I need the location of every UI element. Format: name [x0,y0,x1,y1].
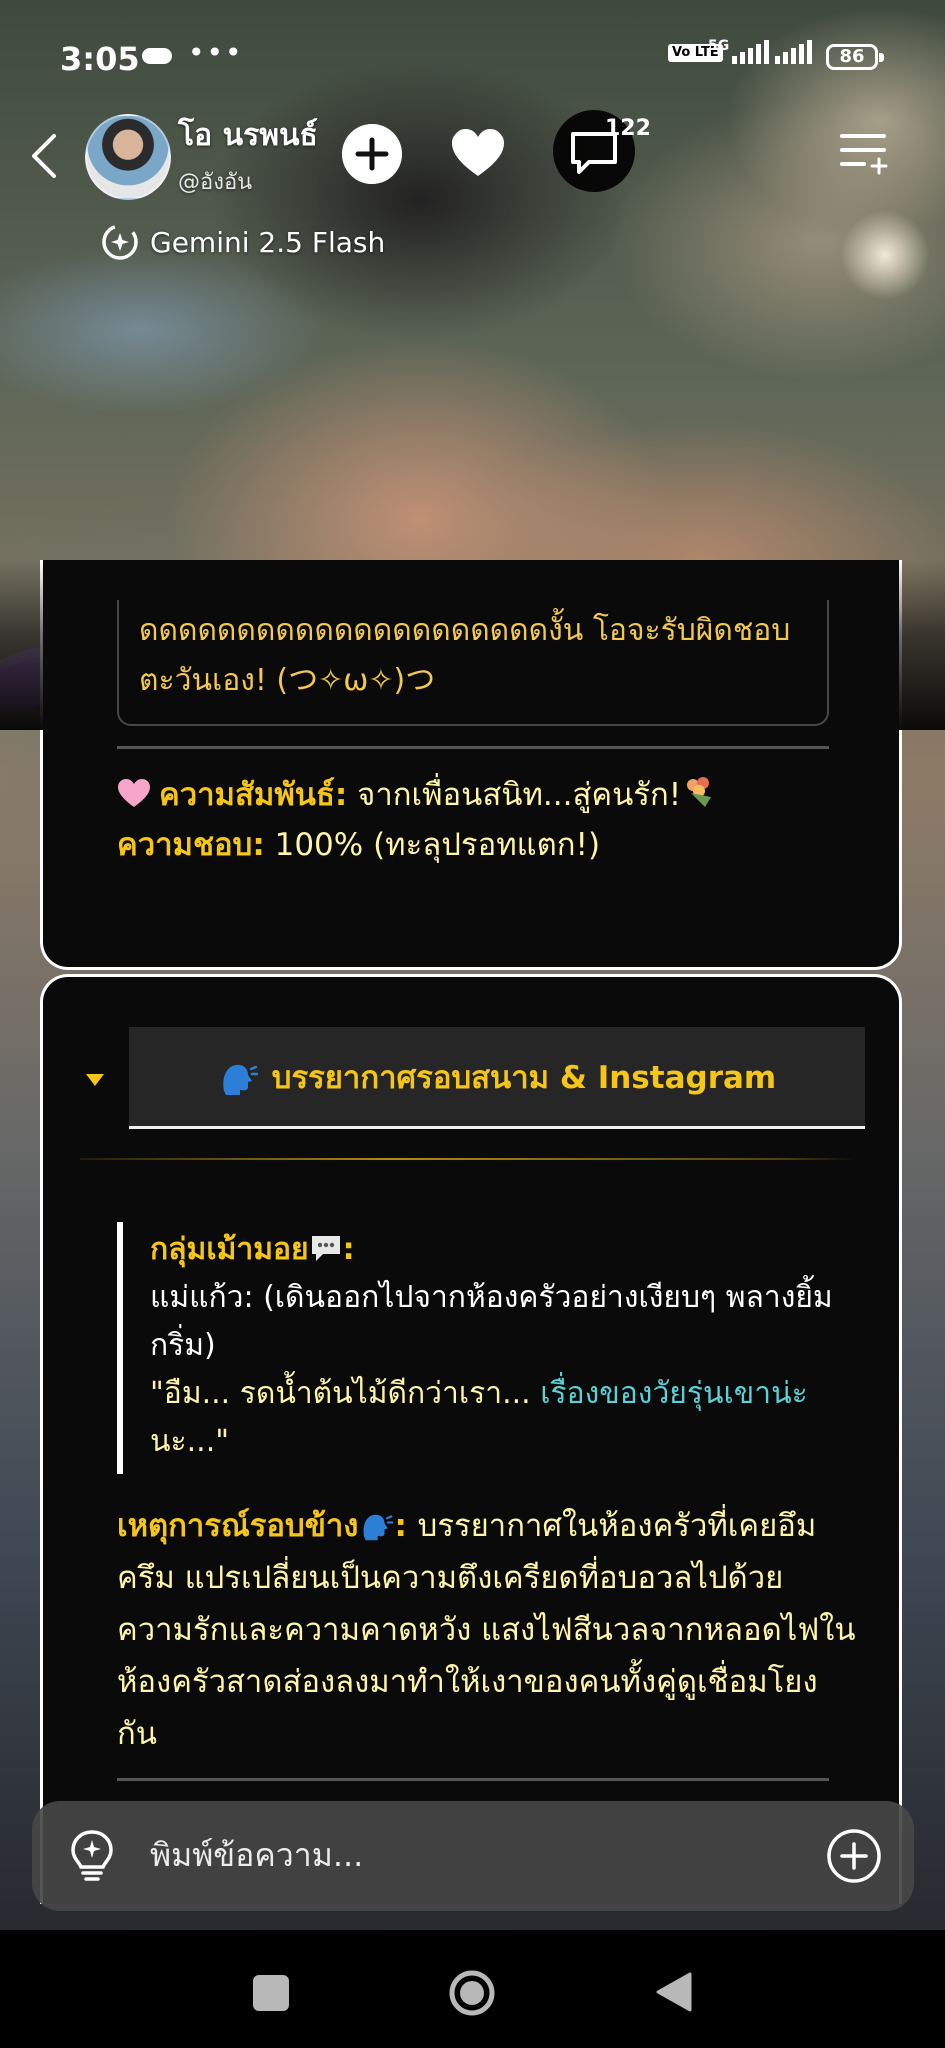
blockquote-bar [117,1222,123,1474]
speaking-head-icon [363,1514,394,1541]
like-value: 100% (ทะลุปรอทแตก!) [274,827,601,863]
sun-flare [840,210,930,300]
quote-text: ดดดดดดดดดดดดดดดดดดดดดงั้น โอจะรับผิดชอบต… [139,613,791,698]
relationship-value: จากเพื่อนสนิท...สู่คนรัก! [357,777,682,813]
model-name: Gemini 2.5 Flash [150,225,386,259]
back-arrow-icon[interactable] [22,128,72,184]
more-notifications-icon: ••• [188,36,244,69]
like-label: ความชอบ: [117,827,265,863]
event-label: เหตุการณ์รอบข้าง [117,1508,359,1544]
group-title: กลุ่มเม้ามอย [150,1232,309,1267]
event-text: บรรยากาศในห้องครัวที่เคยอึมครึม แปรเปลี่… [117,1508,856,1752]
speech-bubble-icon [311,1236,340,1261]
recents-button[interactable] [253,1975,289,2011]
message-input[interactable] [148,1835,792,1875]
surrounding-events: เหตุการณ์รอบข้าง : บรรยากาศในห้องครัวที่… [117,1508,856,1752]
follow-plus-button[interactable] [342,124,402,184]
playlist-menu-icon[interactable] [836,126,892,182]
section-toggle-atmosphere[interactable]: บรรยากาศรอบสนาม & Instagram [129,1027,865,1129]
signal-2-icon [775,40,812,64]
gossip-group-block: กลุ่มเม้ามอย : แม่แก้ว: (เดินออกไปจากห้อ… [150,1226,850,1466]
cloud-icon [142,48,172,64]
clock: 3:05 [60,40,140,78]
pink-heart-icon [118,779,150,807]
gold-divider [80,1158,856,1160]
speaking-head-icon [223,1064,258,1095]
divider [117,1778,829,1781]
comment-count: 122 [605,116,651,141]
heart-icon[interactable] [448,124,508,184]
section-title: บรรยากาศรอบสนาม & Instagram [271,1059,777,1096]
model-switch-icon [102,224,138,260]
signal-1-icon [732,40,769,64]
add-attachment-button[interactable] [824,1826,884,1886]
quote-part-2: เรื่องของวัยรุ่นเขาน่ะ [540,1376,808,1411]
speaker-line: แม่แก้ว: (เดินออกไปจากห้องครัวอย่างเงียบ… [150,1280,833,1363]
relationship-status: ความสัมพันธ์: จากเพื่อนสนิท...สู่คนรัก! … [117,770,715,870]
quote-part-3: นะ..." [150,1424,230,1459]
back-triangle-button[interactable] [654,1970,694,2014]
home-button[interactable] [448,1969,496,2017]
lightbulb-suggest-icon[interactable] [62,1826,122,1886]
avatar[interactable] [85,114,171,200]
battery-icon: 86 [826,44,884,70]
divider [117,746,829,749]
character-handle: @อังอัน [178,170,253,195]
model-selector[interactable]: Gemini 2.5 Flash [100,222,385,262]
bouquet-icon [687,777,712,807]
relationship-label: ความสัมพันธ์: [159,777,348,813]
collapse-triangle-icon[interactable] [86,1074,104,1086]
network-type: 5G [708,38,730,54]
status-bar: 3:05 ••• Vo LTE 5G 86 [0,0,945,110]
character-name[interactable]: โอ นรพนธ์ [178,112,318,159]
quote-part-1: "อืม... รดน้ำต้นไม้ดีกว่าเรา... [150,1376,541,1411]
